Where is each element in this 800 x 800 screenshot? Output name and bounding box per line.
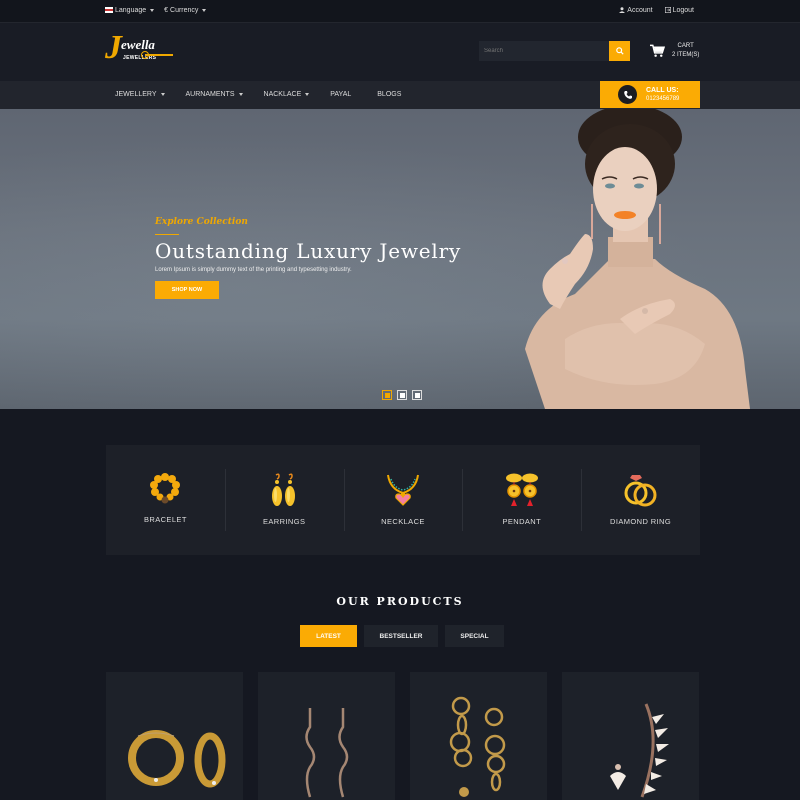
product-card[interactable] [410,672,547,800]
cart-icon [650,44,666,57]
eyebrow-underline [155,234,179,235]
logout-label: Logout [672,7,694,14]
nav-item-blogs[interactable]: BLOGS [377,91,401,98]
category-label: DIAMOND RING [610,517,672,526]
logo-name: ewella [121,37,155,52]
search-icon [615,47,624,55]
slide-dot-1[interactable] [382,390,392,400]
ear-cuff-set-image [610,703,669,798]
tab-bestseller[interactable]: BESTSELLER [364,625,438,647]
nav-label: NACKLACE [263,91,302,98]
wave-drop-earrings-image [305,708,349,798]
category-diamond-ring[interactable]: DIAMOND RING [581,445,700,555]
top-bar: Language € Currency Account Logout [0,0,800,23]
nav-label: BLOGS [377,91,402,98]
category-pendant[interactable]: PENDANT [462,445,581,555]
nav-label: AURNAMENTS [185,91,235,98]
nav-label: PAYAL [330,91,352,98]
category-label: EARRINGS [263,517,306,526]
category-label: PENDANT [502,517,542,526]
hero-slider: Explore Collection Outstanding Luxury Je… [0,109,800,409]
phone-icon [618,85,637,104]
flag-icon [105,7,113,14]
search-input[interactable] [479,41,609,61]
caret-down-icon [160,93,165,96]
tab-special[interactable]: SPECIAL [445,625,504,647]
slide-dot-3[interactable] [412,390,422,400]
caret-down-icon [238,93,243,96]
hero-model-image [525,109,750,409]
cart-count: 2 ITEM(S) [672,52,700,58]
product-card[interactable] [562,672,699,800]
bracelet-icon [150,473,181,504]
category-bracelet[interactable]: BRACELET [106,445,225,555]
call-us-label: CALL US: [646,87,679,94]
diamond-ring-icon [624,475,657,507]
chain-link-earrings-image [449,696,506,797]
search-button[interactable] [609,41,630,61]
logout-icon [664,7,671,14]
page: Language € Currency Account Logout J ewe… [0,0,800,800]
gold-hoop-earrings-image [128,730,226,788]
phone-number: 0123456789 [646,96,680,102]
category-strip: BRACELET EARRINGS NECKLACE PENDANT DIAMO… [106,445,700,555]
language-label: Language [115,7,147,14]
logo[interactable]: J ewella JEWELLERS [105,29,177,71]
category-label: NECKLACE [381,517,425,526]
cart-button[interactable] [650,44,666,63]
category-earrings[interactable]: EARRINGS [224,445,344,555]
logout-link[interactable]: Logout [664,7,694,14]
product-tabs: LATEST BESTSELLER SPECIAL [300,625,504,647]
cart-label: CART [677,43,694,49]
shop-now-button[interactable]: SHOP NOW [155,281,219,299]
pendant-icon [505,473,538,506]
nav-item-nacklace[interactable]: NACKLACE [264,91,310,98]
category-necklace[interactable]: NECKLACE [343,445,463,555]
category-label: BRACELET [144,515,187,524]
currency-symbol: € [164,7,169,14]
product-card[interactable] [106,672,243,800]
nav-label: JEWELLERY [115,91,157,98]
section-title: OUR PRODUCTS [336,595,464,608]
user-icon [619,7,626,14]
slider-pagination [382,390,422,400]
earrings-icon [272,473,296,506]
nav-item-aurnaments[interactable]: AURNAMENTS [186,91,243,98]
slide-dot-2[interactable] [397,390,407,400]
necklace-icon [386,474,419,506]
account-label: Account [627,7,653,14]
key-ornament-icon [141,51,173,59]
hero-eyebrow: Explore Collection [155,217,248,227]
cart-summary[interactable]: CART 2 ITEM(S) [672,42,699,60]
currency-label: Currency [170,7,199,14]
account-link[interactable]: Account [619,7,653,14]
currency-dropdown[interactable]: € Currency [164,7,207,14]
call-us-box[interactable]: CALL US: 0123456789 [600,81,700,108]
hero-subtitle: Lorem Ipsum is simply dummy text of the … [155,267,352,273]
tab-latest[interactable]: LATEST [300,625,357,647]
caret-down-icon [305,93,310,96]
caret-down-icon [150,8,155,12]
language-dropdown[interactable]: Language [105,7,155,14]
nav-item-payal[interactable]: PAYAL [330,91,351,98]
logo-initial: J [105,29,122,66]
caret-down-icon [202,8,207,12]
hero-title: Outstanding Luxury Jewelry [155,239,462,263]
product-card[interactable] [258,672,395,800]
nav-item-jewellery[interactable]: JEWELLERY [115,91,165,98]
